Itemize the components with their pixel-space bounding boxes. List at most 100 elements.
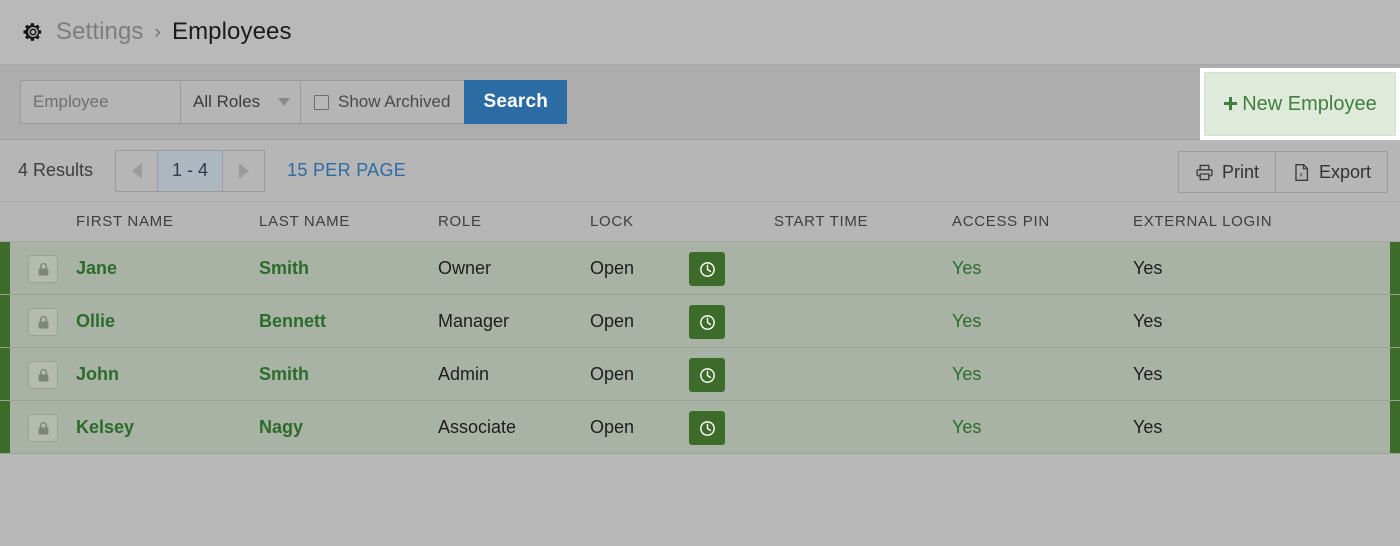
clock-icon <box>699 314 715 330</box>
page-header: Settings › Employees <box>0 0 1400 65</box>
row-start-time-button[interactable] <box>689 305 725 339</box>
employee-search-input[interactable] <box>20 80 180 124</box>
cell-first-name[interactable]: Ollie <box>76 295 115 348</box>
new-employee-label: New Employee <box>1242 92 1377 115</box>
column-header-external-login[interactable]: EXTERNAL LOGIN <box>1133 213 1272 230</box>
row-accent-right <box>1390 401 1400 453</box>
cell-access-pin[interactable]: Yes <box>952 242 981 295</box>
gear-icon <box>23 23 42 41</box>
cell-external-login: Yes <box>1133 364 1163 384</box>
cell-access-pin[interactable]: Yes <box>952 348 981 401</box>
cell-external-login: Yes <box>1133 258 1163 278</box>
chevron-down-icon <box>278 98 290 106</box>
column-header-last-name[interactable]: LAST NAME <box>259 213 350 230</box>
chevron-left-icon <box>131 162 142 179</box>
table-row[interactable]: Kelsey Nagy Associate Open Yes Yes <box>0 401 1400 454</box>
table-row[interactable]: Ollie Bennett Manager Open Yes Yes <box>0 295 1400 348</box>
new-employee-button[interactable]: New Employee <box>1204 72 1396 136</box>
pager-next-button[interactable] <box>223 149 266 192</box>
clock-icon <box>699 261 715 277</box>
pager-prev-button[interactable] <box>115 149 158 192</box>
table-body: Jane Smith Owner Open Yes Yes Ollie Benn… <box>0 242 1400 454</box>
row-lock-button[interactable] <box>28 361 58 389</box>
column-header-access-pin[interactable]: ACCESS PIN <box>952 213 1050 230</box>
cell-first-name[interactable]: Kelsey <box>76 401 134 454</box>
table-tools: Print x Export <box>1177 151 1388 193</box>
cell-lock: Open <box>590 417 635 437</box>
row-accent-left <box>0 295 10 347</box>
table-row[interactable]: John Smith Admin Open Yes Yes <box>0 348 1400 401</box>
padlock-icon <box>38 262 48 276</box>
breadcrumb: Settings › Employees <box>56 18 292 46</box>
breadcrumb-settings[interactable]: Settings <box>56 18 144 46</box>
cell-last-name[interactable]: Smith <box>259 242 309 295</box>
filter-group: All Roles Show Archived Search <box>20 80 568 124</box>
plus-icon <box>1223 93 1238 115</box>
column-header-start-time[interactable]: START TIME <box>774 213 868 230</box>
cell-access-pin[interactable]: Yes <box>952 295 981 348</box>
checkbox-box-icon <box>314 94 329 110</box>
column-header-role[interactable]: ROLE <box>438 213 482 230</box>
page-background-fill <box>0 454 1400 534</box>
results-count: 4 Results <box>18 160 94 180</box>
print-label: Print <box>1221 161 1259 182</box>
row-accent-left <box>0 242 10 294</box>
row-lock-button[interactable] <box>28 414 58 442</box>
cell-role: Associate <box>438 417 517 437</box>
row-accent-left <box>0 401 10 453</box>
chevron-right-icon <box>238 162 249 179</box>
new-employee-highlight: New Employee <box>1200 68 1400 140</box>
pager-range[interactable]: 1 - 4 <box>157 149 224 192</box>
pager: 1 - 4 <box>115 149 266 192</box>
cell-external-login: Yes <box>1133 417 1163 437</box>
table-row[interactable]: Jane Smith Owner Open Yes Yes <box>0 242 1400 295</box>
page-title: Employees <box>171 18 292 45</box>
cell-role: Manager <box>438 311 510 331</box>
column-header-first-name[interactable]: FIRST NAME <box>76 213 174 230</box>
search-filter-bar: All Roles Show Archived Search New Emplo… <box>0 65 1400 140</box>
svg-text:x: x <box>1299 171 1303 178</box>
cell-role: Admin <box>438 364 490 384</box>
role-filter-select[interactable]: All Roles <box>180 80 300 124</box>
print-button[interactable]: Print <box>1177 151 1276 193</box>
clock-icon <box>699 367 715 383</box>
padlock-icon <box>38 368 48 382</box>
show-archived-label: Show Archived <box>338 92 451 111</box>
role-filter-value: All Roles <box>193 92 261 111</box>
breadcrumb-separator-icon: › <box>154 22 161 43</box>
cell-last-name[interactable]: Bennett <box>259 295 326 348</box>
cell-external-login: Yes <box>1133 311 1163 331</box>
cell-last-name[interactable]: Nagy <box>259 401 303 454</box>
cell-role: Owner <box>438 258 492 278</box>
column-header-lock[interactable]: LOCK <box>590 213 634 230</box>
cell-first-name[interactable]: Jane <box>76 242 117 295</box>
clock-icon <box>699 420 715 436</box>
excel-document-icon: x <box>1295 163 1309 181</box>
padlock-icon <box>38 315 48 329</box>
table-header-row: FIRST NAME LAST NAME ROLE LOCK START TIM… <box>0 202 1400 242</box>
cell-lock: Open <box>590 311 635 331</box>
padlock-icon <box>38 421 48 435</box>
row-start-time-button[interactable] <box>689 252 725 286</box>
row-accent-right <box>1390 295 1400 347</box>
row-accent-left <box>0 348 10 400</box>
cell-lock: Open <box>590 364 635 384</box>
show-archived-checkbox[interactable]: Show Archived <box>300 80 465 124</box>
printer-icon <box>1196 164 1213 180</box>
row-accent-right <box>1390 242 1400 294</box>
export-label: Export <box>1318 161 1371 182</box>
employees-settings-page: Settings › Employees All Roles Show Arch… <box>0 0 1400 546</box>
cell-last-name[interactable]: Smith <box>259 348 309 401</box>
row-lock-button[interactable] <box>28 255 58 283</box>
cell-lock: Open <box>590 258 635 278</box>
cell-access-pin[interactable]: Yes <box>952 401 981 454</box>
row-start-time-button[interactable] <box>689 411 725 445</box>
per-page-link[interactable]: 15 PER PAGE <box>287 160 406 181</box>
pagination-bar: 4 Results 1 - 4 15 PER PAGE Print x Expo… <box>0 140 1400 202</box>
export-button[interactable]: x Export <box>1275 151 1388 193</box>
search-button[interactable]: Search <box>464 80 568 124</box>
row-accent-right <box>1390 348 1400 400</box>
cell-first-name[interactable]: John <box>76 348 119 401</box>
row-lock-button[interactable] <box>28 308 58 336</box>
row-start-time-button[interactable] <box>689 358 725 392</box>
